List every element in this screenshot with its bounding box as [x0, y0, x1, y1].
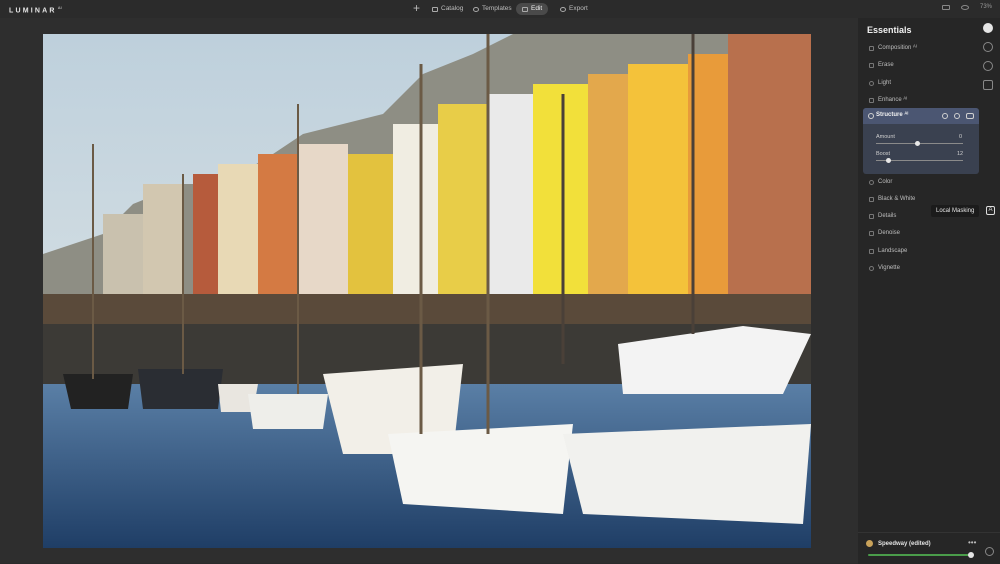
- tool-black-white[interactable]: Black & White: [869, 192, 915, 206]
- amount-label: Amount: [876, 134, 895, 140]
- light-icon: [869, 80, 874, 86]
- preset-thumbnail: [866, 540, 873, 547]
- zoom-level[interactable]: 73%: [980, 4, 992, 10]
- structure-tool-panel: Structure ᴬᴵ Amount 0 Boost 12: [863, 108, 979, 174]
- color-icon: [869, 179, 874, 185]
- boost-value: 12: [957, 151, 964, 157]
- harbor-photo-illustration: [43, 34, 811, 548]
- tab-export[interactable]: Export: [554, 3, 594, 15]
- edit-icon: [522, 6, 528, 12]
- boost-label: Boost: [876, 151, 891, 157]
- vignette-icon: [869, 265, 874, 271]
- amount-slider-knob[interactable]: [915, 141, 920, 146]
- preset-bar: Speedway (edited) •••: [858, 532, 1000, 564]
- mask-icon[interactable]: [954, 113, 960, 119]
- templates-icon: [473, 6, 479, 12]
- tool-erase[interactable]: Erase: [869, 58, 894, 72]
- tool-composition[interactable]: Composition ᴬᴵ: [869, 41, 917, 55]
- tool-details[interactable]: Details: [869, 209, 896, 223]
- portrait-icon[interactable]: [983, 61, 993, 71]
- amount-value: 0: [959, 134, 963, 140]
- landscape-icon: [869, 248, 874, 254]
- view-controls: 73%: [941, 4, 992, 10]
- eye-icon[interactable]: [960, 4, 969, 10]
- tab-catalog[interactable]: Catalog: [426, 3, 469, 15]
- tool-landscape[interactable]: Landscape: [869, 244, 907, 258]
- composition-icon: [869, 45, 874, 51]
- structure-icon: [868, 113, 874, 119]
- export-icon: [560, 6, 566, 12]
- tool-denoise[interactable]: Denoise: [869, 226, 900, 240]
- boost-slider-knob[interactable]: [886, 158, 891, 163]
- creative-icon[interactable]: [983, 42, 993, 52]
- enhance-icon: [869, 97, 874, 103]
- tool-enhance[interactable]: Enhance ᴬᴵ: [869, 93, 907, 107]
- toggle-icon[interactable]: [966, 113, 974, 119]
- preset-amount-knob[interactable]: [968, 552, 974, 558]
- preset-amount-slider[interactable]: [868, 554, 970, 556]
- app-logo: LUMINARAI: [9, 5, 62, 15]
- top-bar: LUMINARAI + Catalog Templates Edit Expor…: [0, 0, 1000, 18]
- denoise-icon: [869, 230, 874, 236]
- professional-icon[interactable]: [983, 80, 993, 90]
- local-masking-tooltip: Local Masking: [931, 205, 980, 217]
- tool-color[interactable]: Color: [869, 175, 892, 189]
- erase-icon: [869, 62, 874, 68]
- add-button[interactable]: +: [413, 2, 420, 14]
- tool-light[interactable]: Light: [869, 76, 891, 90]
- more-options-icon[interactable]: •••: [968, 538, 976, 547]
- local-masking-icon[interactable]: A: [986, 206, 995, 215]
- compare-icon[interactable]: [941, 4, 950, 10]
- reset-icon[interactable]: [942, 113, 948, 119]
- preset-name: Speedway (edited): [878, 541, 931, 547]
- history-icon[interactable]: [985, 547, 994, 556]
- tool-vignette[interactable]: Vignette: [869, 261, 900, 275]
- edited-photo[interactable]: [43, 34, 811, 548]
- catalog-icon: [432, 6, 438, 12]
- structure-title: Structure ᴬᴵ: [876, 112, 909, 118]
- tab-edit[interactable]: Edit: [516, 3, 549, 15]
- black-white-icon: [869, 196, 874, 202]
- tab-templates[interactable]: Templates: [467, 3, 518, 15]
- details-icon: [869, 213, 874, 219]
- panel-title: Essentials: [867, 25, 912, 35]
- essentials-icon[interactable]: [983, 23, 993, 33]
- tool-category-bar: [983, 23, 993, 90]
